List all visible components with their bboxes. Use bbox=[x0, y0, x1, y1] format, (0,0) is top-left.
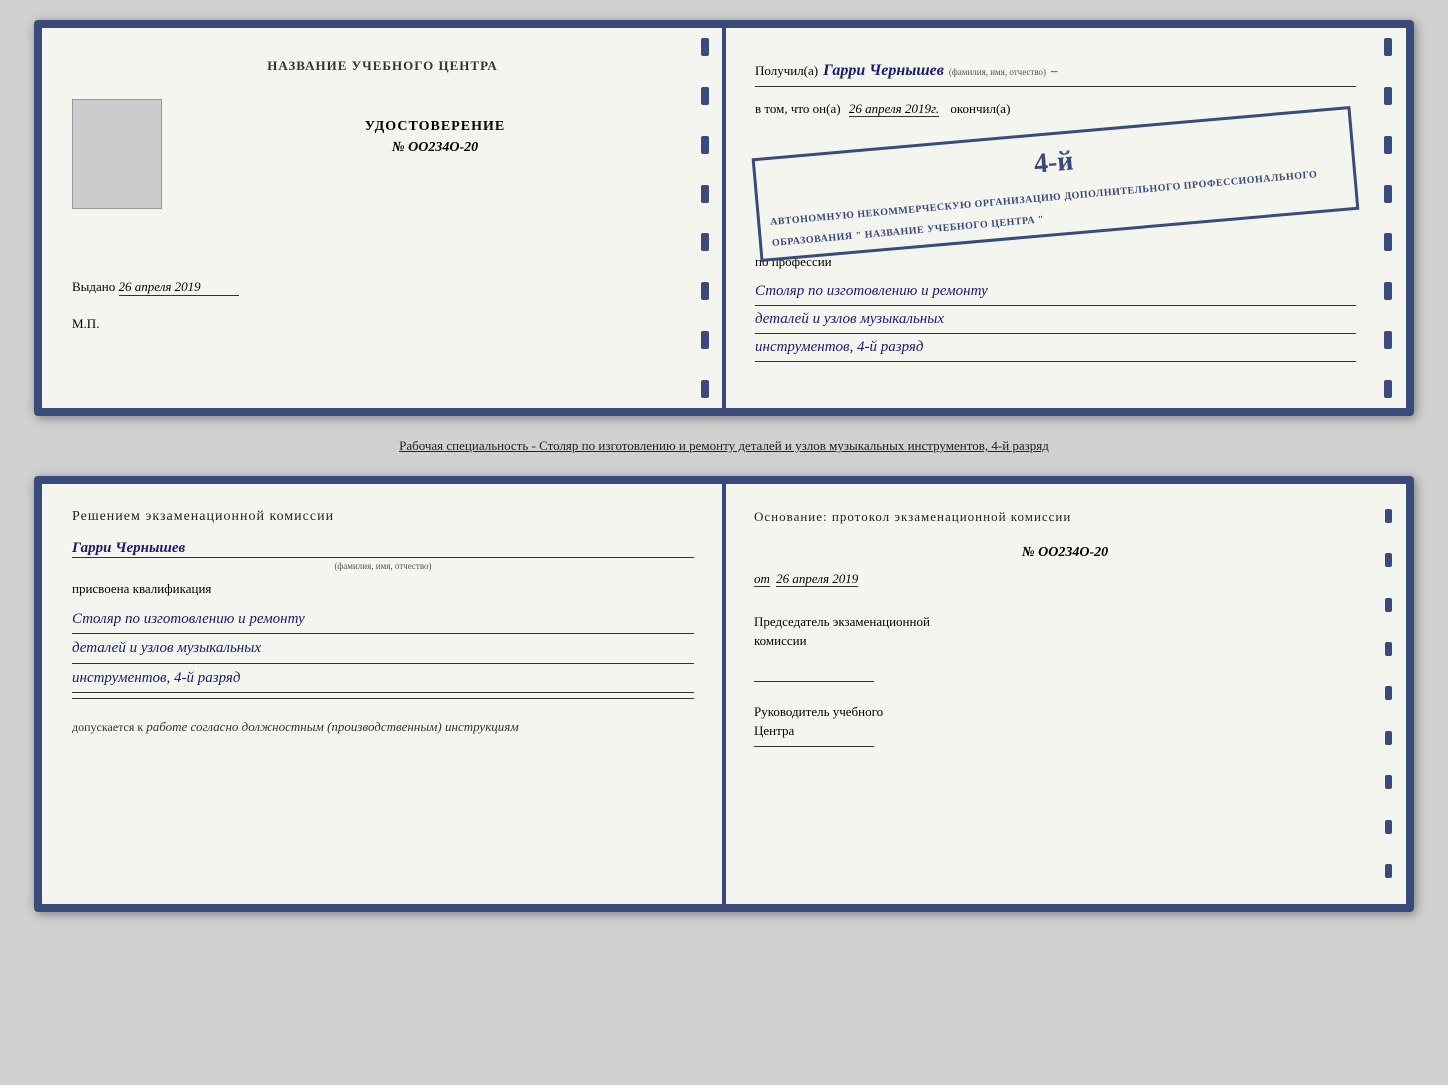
mp-label: М.П. bbox=[72, 316, 693, 332]
cert-title: УДОСТОВЕРЕНИЕ bbox=[177, 119, 693, 135]
chairman-block: Председатель экзаменационной комиссии bbox=[754, 612, 1376, 682]
stamp-line3: " НАЗВАНИЕ УЧЕБНОГО ЦЕНТРА " bbox=[855, 214, 1044, 241]
fio-sublabel: (фамилия, имя, отчество) bbox=[949, 65, 1046, 79]
director-line1: Руководитель учебного bbox=[754, 704, 883, 719]
received-label: Получил(а) bbox=[755, 61, 818, 82]
date-value: 26 апреля 2019г. bbox=[849, 101, 939, 117]
protocol-number: № OO234O-20 bbox=[754, 545, 1376, 561]
allowed-text: работе согласно должностным (производств… bbox=[146, 719, 518, 734]
right-page-content: Получил(а) Гарри Чернышев (фамилия, имя,… bbox=[755, 58, 1376, 362]
qual-line2: деталей и узлов музыкальных bbox=[72, 634, 694, 664]
decorative-bars-bottom-right bbox=[1380, 494, 1396, 894]
issued-line: Выдано 26 апреля 2019 bbox=[72, 279, 693, 296]
chairman-title: Председатель экзаменационной комиссии bbox=[754, 612, 1376, 651]
caption-text: Рабочая специальность - Столяр по изгото… bbox=[389, 436, 1059, 456]
decorative-bars-right2 bbox=[1384, 38, 1398, 398]
issued-label: Выдано bbox=[72, 279, 115, 294]
decorative-bars-right bbox=[701, 38, 715, 398]
assigned-text: присвоена квалификация bbox=[72, 581, 694, 597]
recipient-name: Гарри Чернышев bbox=[823, 58, 944, 84]
allowed-block: допускается к работе согласно должностны… bbox=[72, 719, 694, 735]
profession-line2: деталей и узлов музыкальных bbox=[755, 306, 1356, 334]
from-date-line: от 26 апреля 2019 bbox=[754, 571, 1376, 587]
chairman-signature-line bbox=[754, 681, 874, 682]
top-left-page: НАЗВАНИЕ УЧЕБНОГО ЦЕНТРА УДОСТОВЕРЕНИЕ №… bbox=[42, 28, 725, 408]
profession-lines: Столяр по изготовлению и ремонту деталей… bbox=[755, 278, 1356, 362]
qual-line1: Столяр по изготовлению и ремонту bbox=[72, 605, 694, 635]
top-document-spread: НАЗВАНИЕ УЧЕБНОГО ЦЕНТРА УДОСТОВЕРЕНИЕ №… bbox=[34, 20, 1414, 416]
fio-sublabel2: (фамилия, имя, отчество) bbox=[72, 561, 694, 571]
profession-line3: инструментов, 4-й разряд bbox=[755, 334, 1356, 362]
qual-line3: инструментов, 4-й разряд bbox=[72, 664, 694, 694]
director-title: Руководитель учебного Центра bbox=[754, 702, 1376, 741]
finished-label: окончил(а) bbox=[950, 101, 1010, 116]
commission-name: Гарри Чернышев bbox=[72, 540, 694, 558]
basis-title: Основание: протокол экзаменационной коми… bbox=[754, 509, 1376, 525]
in-that-label: в том, что он(а) bbox=[755, 101, 841, 116]
issued-date: 26 апреля 2019 bbox=[119, 279, 239, 296]
commission-title: Решением экзаменационной комиссии bbox=[72, 509, 694, 525]
director-block: Руководитель учебного Центра bbox=[754, 702, 1376, 747]
chairman-line1: Председатель экзаменационной bbox=[754, 614, 930, 629]
bottom-right-page: Основание: протокол экзаменационной коми… bbox=[724, 484, 1406, 904]
from-label: от bbox=[754, 571, 770, 587]
cert-number: № OO234O-20 bbox=[177, 140, 693, 156]
top-right-page: Получил(а) Гарри Чернышев (фамилия, имя,… bbox=[725, 28, 1406, 408]
from-date-value: 26 апреля 2019 bbox=[776, 571, 858, 587]
director-line2: Центра bbox=[754, 723, 794, 738]
bottom-left-page: Решением экзаменационной комиссии Гарри … bbox=[42, 484, 724, 904]
director-signature-line bbox=[754, 746, 874, 747]
bottom-document-spread: Решением экзаменационной комиссии Гарри … bbox=[34, 476, 1414, 912]
chairman-line2: комиссии bbox=[754, 633, 807, 648]
qualification-lines: Столяр по изготовлению и ремонту деталей… bbox=[72, 605, 694, 694]
allowed-prefix: допускается к bbox=[72, 720, 143, 734]
dash1: – bbox=[1051, 61, 1058, 82]
school-name-label: НАЗВАНИЕ УЧЕБНОГО ЦЕНТРА bbox=[72, 58, 693, 74]
stamp: 4-й АВТОНОМНУЮ НЕКОММЕРЧЕСКУЮ ОРГАНИЗАЦИ… bbox=[752, 106, 1360, 262]
photo-placeholder bbox=[72, 99, 162, 209]
profession-line1: Столяр по изготовлению и ремонту bbox=[755, 278, 1356, 306]
